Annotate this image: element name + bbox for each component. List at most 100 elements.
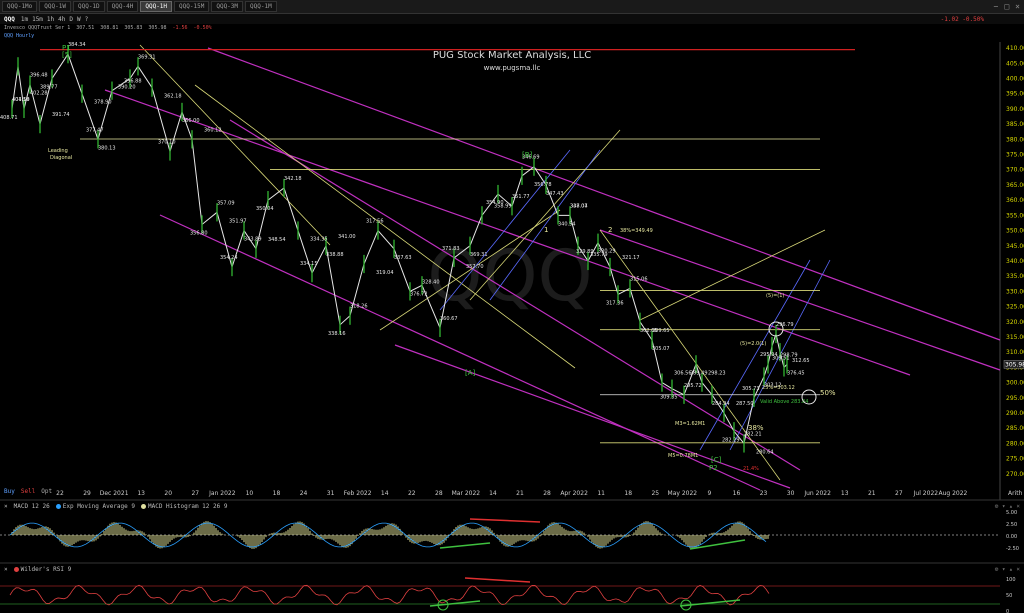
wave-circle — [801, 389, 817, 405]
price-label: 404.58 — [12, 97, 30, 103]
tab-qqq-1h[interactable]: QQQ-1H — [140, 1, 173, 12]
price-label: 337.63 — [394, 255, 412, 261]
x-tick-label: 21 — [516, 490, 524, 497]
price-label: 305.07 — [652, 346, 670, 352]
maximize-icon[interactable]: □ — [1004, 2, 1009, 11]
tab-qqq-1d[interactable]: QQQ-1D — [72, 1, 105, 12]
trend-channel-line — [699, 259, 811, 451]
trend-channel-line — [159, 214, 761, 491]
interval-1[interactable]: 15m — [32, 16, 43, 23]
price-label: 280.64 — [756, 449, 774, 455]
price-label: 334.15 — [300, 261, 318, 267]
price-label: 295.94 — [760, 352, 778, 358]
tab-qqq-4h[interactable]: QQQ-4H — [106, 1, 139, 12]
price-label: 354.90 — [486, 200, 504, 206]
y-tick-label: 375.00 — [1006, 152, 1024, 159]
price-label: 357.09 — [217, 200, 235, 206]
rsi-circle — [437, 599, 449, 611]
tab-qqq-3m[interactable]: QQQ-3M — [211, 1, 244, 12]
y-tick-label: 400.00 — [1006, 75, 1024, 82]
symbol-label[interactable]: QQQ — [4, 16, 15, 23]
quote-open: 307.51 — [76, 25, 95, 31]
x-tick-label: 21 — [868, 490, 876, 497]
close-icon[interactable]: × — [4, 566, 8, 573]
y-tick-label: 370.00 — [1006, 167, 1024, 174]
price-chart[interactable]: QQQ410.00405.00400.00395.00390.00385.003… — [0, 0, 1024, 613]
watermark-text: QQQ — [427, 235, 592, 317]
annotation-label: 1 — [544, 226, 548, 234]
macd-name[interactable]: MACD 12 26 — [14, 503, 50, 510]
price-label: 306.56 — [674, 371, 692, 377]
annotation-label: 2 — [608, 226, 612, 234]
options-button[interactable]: Opt — [41, 488, 52, 495]
trendline — [139, 44, 331, 246]
interval-0[interactable]: 1m — [21, 16, 28, 23]
tab-qqq-1w[interactable]: QQQ-1W — [39, 1, 71, 12]
price-label: 318.26 — [350, 304, 368, 310]
interval-2[interactable]: 1h — [47, 16, 54, 23]
price-label: 378.90 — [94, 100, 112, 106]
price-label: 401.19 — [12, 97, 30, 103]
y-tick-label: 380.00 — [1006, 136, 1024, 143]
annotation-label: (5)=(1) — [766, 293, 784, 299]
close-icon[interactable]: × — [1015, 2, 1020, 11]
close-icon[interactable]: × — [4, 503, 8, 510]
price-label: 284.94 — [712, 401, 730, 407]
price-label: 391.74 — [52, 112, 70, 118]
panel-controls[interactable]: ⚙ ▾ ▴ × — [995, 566, 1020, 573]
annotation-label: 21.4% — [743, 466, 759, 472]
price-label: 376.45 — [787, 370, 805, 376]
tab-qqq-1m[interactable]: QQQ-1M — [245, 1, 277, 12]
price-label: 351.77 — [512, 194, 530, 200]
trend-channel-line — [599, 229, 1001, 371]
annotation-label: Valid Above 283.84 — [760, 399, 808, 405]
study-legend-tag[interactable]: QQQ Hourly — [4, 33, 34, 39]
price-label: 289.49 — [690, 371, 708, 377]
minimize-icon[interactable]: − — [994, 2, 999, 11]
y-tick-label: 310.00 — [1006, 349, 1024, 356]
x-tick-label: 10 — [246, 490, 254, 497]
y-tick-label: 340.00 — [1006, 258, 1024, 265]
tab-qqq-1mo[interactable]: QQQ-1Mo — [2, 1, 38, 12]
price-label: 330.29 — [598, 249, 616, 255]
tab-qqq-15m[interactable]: QQQ-15M — [174, 1, 210, 12]
interval-4[interactable]: D — [69, 16, 73, 23]
y-tick-label: 345.00 — [1006, 243, 1024, 250]
price-label: 356.80 — [190, 230, 208, 236]
rsi-name[interactable]: Wilder's RSI 9 — [21, 566, 72, 573]
rsi-divergence-line — [679, 599, 741, 607]
interval-6[interactable]: ? — [85, 16, 89, 23]
macd-tick: 0.00 — [1006, 534, 1017, 540]
buy-button[interactable]: Buy — [4, 488, 15, 495]
annotation-label: 38% — [748, 424, 764, 432]
panel-controls[interactable]: ⚙ ▾ ▴ × — [995, 503, 1020, 510]
rsi-tick: 0 — [1006, 609, 1009, 613]
interval-5[interactable]: W — [77, 16, 81, 23]
x-tick-label: 28 — [543, 490, 551, 497]
x-tick-label: Dec 2021 — [100, 490, 129, 497]
x-tick-label: 29 — [83, 490, 91, 497]
x-tick-label: 14 — [381, 490, 389, 497]
price-label: 282.21 — [744, 431, 762, 437]
chart-url: www.pugsma.llc — [483, 64, 541, 72]
sell-button[interactable]: Sell — [21, 488, 35, 495]
quote-line: Invesco QQQTrust Ser 1 307.51 308.81 305… — [4, 25, 212, 31]
x-tick-label: 11 — [597, 490, 605, 497]
trend-channel-line — [489, 149, 601, 301]
price-label: 347.07 — [570, 203, 588, 209]
price-label: 305.73 — [742, 386, 760, 392]
macd-tick: 5.00 — [1006, 510, 1017, 516]
price-label: 358.99 — [494, 203, 512, 209]
interval-selector[interactable]: 1m 15m 1h 4h D W? — [21, 16, 88, 23]
annotation-label: [B] — [522, 151, 533, 159]
y-tick-label: 385.00 — [1006, 121, 1024, 128]
price-label: 341.00 — [338, 234, 356, 240]
price-label: 370.10 — [158, 139, 176, 145]
price-label: 347.43 — [546, 191, 564, 197]
price-label: 309.35 — [660, 395, 678, 401]
annotation-label: M3=1.62M1 — [675, 421, 705, 427]
trendline — [194, 84, 576, 369]
rsi-divergence-line — [464, 577, 531, 583]
y-tick-label: 280.00 — [1006, 440, 1024, 447]
interval-3[interactable]: 4h — [58, 16, 65, 23]
